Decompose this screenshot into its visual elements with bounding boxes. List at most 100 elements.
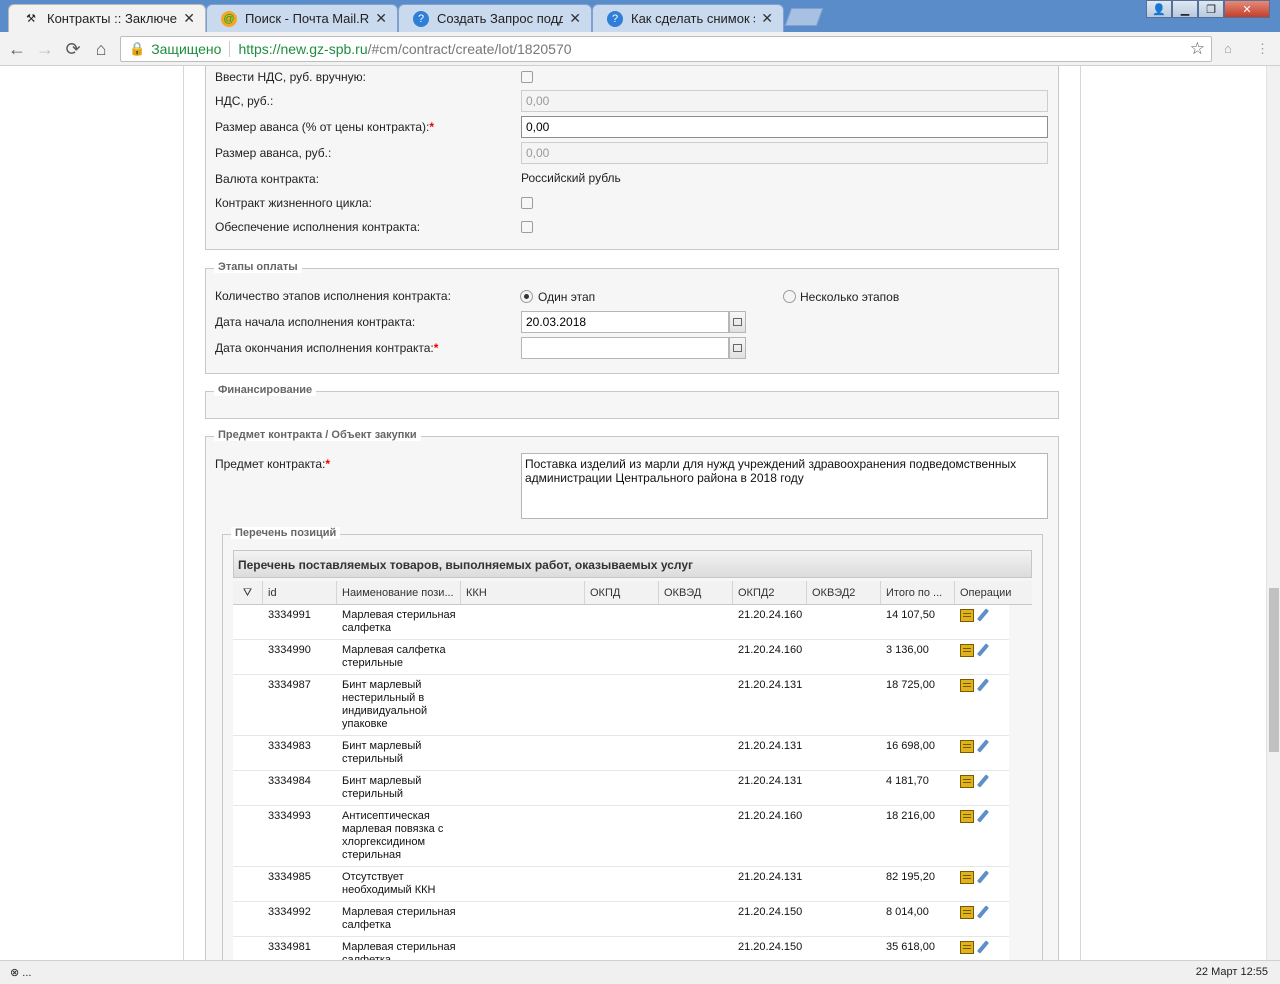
details-icon[interactable] [960, 740, 974, 753]
end-date-field[interactable] [521, 337, 729, 359]
maximize-icon[interactable]: ❐ [1198, 0, 1224, 18]
tab-screenshot-help[interactable]: ? Как сделать снимок экр ✕ [592, 4, 784, 32]
table-row[interactable]: 3334990 Марлевая салфетка стерильные 21.20… [233, 640, 1009, 675]
cell-okved2 [807, 902, 881, 936]
close-tab-icon[interactable]: ✕ [183, 10, 195, 27]
close-tab-icon[interactable]: ✕ [569, 10, 581, 27]
cell-okved2 [807, 806, 881, 866]
back-icon[interactable]: ← [6, 38, 28, 60]
security-checkbox[interactable] [521, 221, 533, 233]
details-icon[interactable] [960, 871, 974, 884]
col-name[interactable]: Наименование пози... [337, 581, 461, 604]
filter-clear-icon[interactable]: ⛛ [233, 581, 263, 604]
cell-total: 14 107,50 [886, 609, 935, 621]
table-row[interactable]: 3334981 Марлевая стерильная салфетка 21.20… [233, 937, 1009, 960]
cell-name: Отсутствует необходимый ККН [342, 871, 436, 896]
one-stage-radio[interactable] [520, 290, 533, 303]
edit-icon[interactable] [976, 810, 990, 823]
close-window-icon[interactable]: ✕ [1224, 0, 1270, 18]
cell-id: 3334985 [268, 871, 311, 883]
close-tab-icon[interactable]: ✕ [761, 10, 773, 27]
bookmark-star-icon[interactable]: ☆ [1190, 39, 1205, 59]
col-kkn[interactable]: ККН [461, 581, 585, 604]
financing-fieldset[interactable]: Финансирование [205, 384, 1059, 419]
calendar-icon[interactable] [729, 311, 746, 333]
many-stages-label: Несколько этапов [800, 290, 900, 304]
table-row[interactable]: 3334991 Марлевая стерильная салфетка 21.20… [233, 605, 1009, 640]
calendar-icon[interactable] [729, 337, 746, 359]
scrollbar-thumb[interactable] [1269, 588, 1279, 752]
hammer-icon: ⚒ [26, 13, 36, 25]
col-id[interactable]: id [263, 581, 337, 604]
table-row[interactable]: 3334984 Бинт марлевый стерильный 21.20.24.… [233, 771, 1009, 806]
table-row[interactable]: 3334983 Бинт марлевый стерильный 21.20.24.… [233, 736, 1009, 771]
edit-icon[interactable] [976, 679, 990, 692]
details-icon[interactable] [960, 775, 974, 788]
col-okpd2[interactable]: ОКПД2 [733, 581, 807, 604]
table-row[interactable]: 3334992 Марлевая стерильная салфетка 21.20… [233, 902, 1009, 937]
cell-okved2 [807, 867, 881, 901]
menu-icon[interactable]: ⋮ [1256, 41, 1272, 57]
details-icon[interactable] [960, 810, 974, 823]
tab-contracts[interactable]: ⚒ Контракты :: Заключени ✕ [8, 4, 206, 32]
address-bar[interactable]: 🔒 Защищено https://new.gz-spb.ru/#cm/con… [120, 36, 1212, 62]
edit-icon[interactable] [976, 906, 990, 919]
many-stages-radio[interactable] [783, 290, 796, 303]
mailru-icon: @ [221, 10, 237, 27]
cell-okpd [585, 640, 659, 674]
details-icon[interactable] [960, 609, 974, 622]
financing-legend[interactable]: Финансирование [214, 384, 317, 396]
col-total[interactable]: Итого по ... [881, 581, 955, 604]
tab-support[interactable]: ? Создать Запрос поддер ✕ [398, 4, 592, 32]
home-icon[interactable]: ⌂ [90, 38, 112, 60]
details-icon[interactable] [960, 679, 974, 692]
vertical-scrollbar[interactable] [1266, 66, 1280, 960]
advance-rub-field[interactable]: 0,00 [521, 142, 1048, 164]
details-icon[interactable] [960, 941, 974, 954]
edit-icon[interactable] [976, 740, 990, 753]
vat-manual-checkbox[interactable] [521, 71, 533, 83]
cell-total: 35 618,00 [886, 941, 935, 953]
close-tab-icon[interactable]: ✕ [375, 10, 387, 27]
start-date-field[interactable]: 20.03.2018 [521, 311, 729, 333]
cell-okpd [585, 867, 659, 901]
cell-id: 3334983 [268, 740, 311, 752]
cell-total: 82 195,20 [886, 871, 935, 883]
start-date-label: Дата начала исполнения контракта: [215, 315, 416, 329]
table-row[interactable]: 3334993 Антисептическая марлевая повязка … [233, 806, 1009, 867]
lifecycle-checkbox[interactable] [521, 197, 533, 209]
forward-icon[interactable]: → [34, 38, 56, 60]
cell-kkn [461, 771, 585, 805]
new-tab-button[interactable] [784, 8, 824, 26]
advance-percent-field[interactable]: 0,00 [521, 116, 1048, 138]
details-icon[interactable] [960, 644, 974, 657]
subject-textarea[interactable]: Поставка изделий из марли для нужд учреж… [521, 453, 1048, 519]
minimize-icon[interactable]: ▁ [1172, 0, 1198, 18]
cell-okpd2: 21.20.24.150 [738, 906, 803, 918]
vat-field[interactable]: 0,00 [521, 90, 1048, 112]
reload-icon[interactable]: ⟳ [62, 38, 84, 60]
row-spacer [233, 736, 263, 770]
cell-kkn [461, 806, 585, 866]
cell-okpd [585, 736, 659, 770]
table-row[interactable]: 3334987 Бинт марлевый нестерильный в инди… [233, 675, 1009, 736]
cell-operations [955, 937, 1009, 960]
user-icon[interactable]: 👤 [1146, 0, 1172, 18]
col-okved[interactable]: ОКВЭД [659, 581, 733, 604]
edit-icon[interactable] [976, 871, 990, 884]
tab-mail[interactable]: @ Поиск - Почта Mail.Ru ✕ [206, 4, 398, 32]
edit-icon[interactable] [976, 609, 990, 622]
cell-name: Бинт марлевый стерильный [342, 740, 422, 765]
table-row[interactable]: 3334985 Отсутствует необходимый ККН 21.20.… [233, 867, 1009, 902]
cell-id: 3334990 [268, 644, 311, 656]
cell-kkn [461, 867, 585, 901]
edit-icon[interactable] [976, 941, 990, 954]
col-okved2[interactable]: ОКВЭД2 [807, 581, 881, 604]
extension-icon[interactable]: ⌂ [1224, 41, 1240, 57]
cell-total: 16 698,00 [886, 740, 935, 752]
col-okpd[interactable]: ОКПД [585, 581, 659, 604]
edit-icon[interactable] [976, 775, 990, 788]
edit-icon[interactable] [976, 644, 990, 657]
cell-operations [955, 675, 1009, 735]
details-icon[interactable] [960, 906, 974, 919]
